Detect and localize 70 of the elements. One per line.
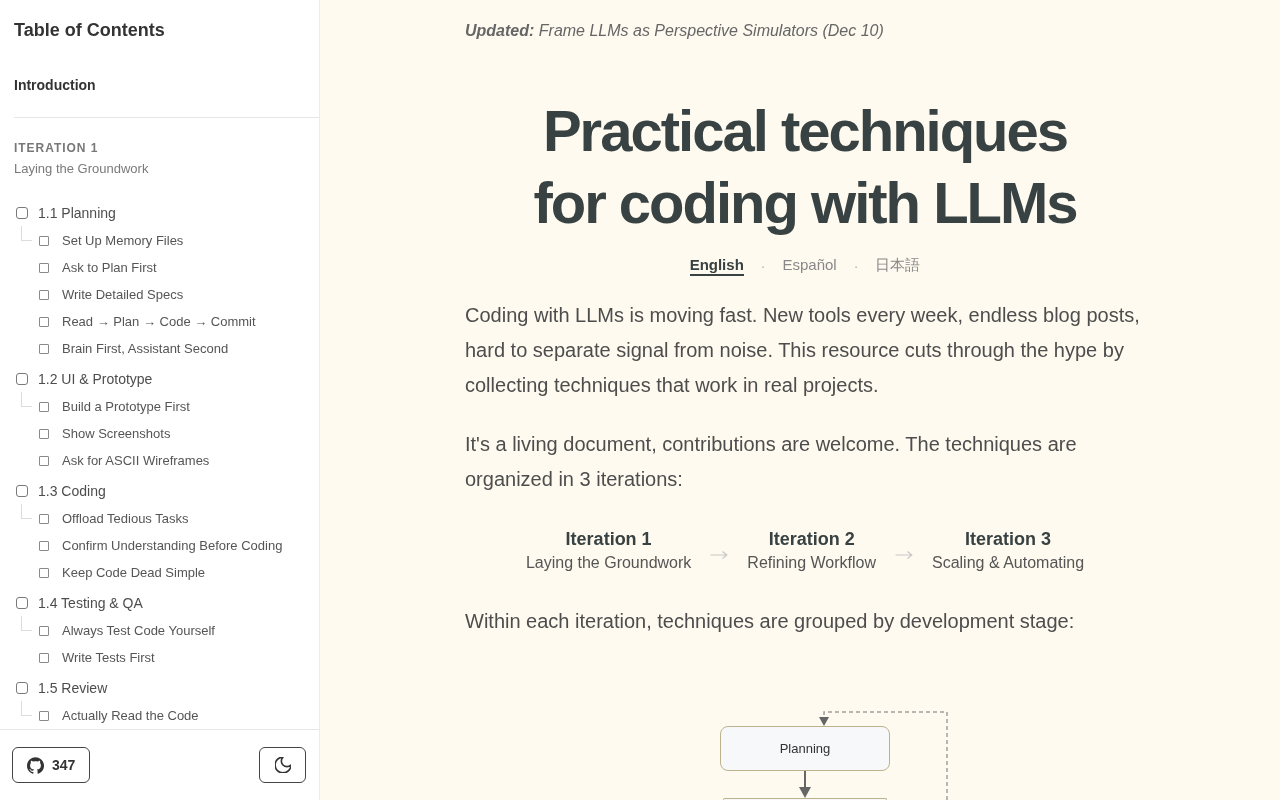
tree-connector bbox=[21, 226, 32, 241]
page-title: Practical techniques for coding with LLMs bbox=[532, 97, 1078, 237]
theme-toggle-button[interactable] bbox=[259, 747, 306, 783]
arrow-right-icon bbox=[895, 550, 913, 560]
toc-subitem-link[interactable]: Keep Code Dead Simple bbox=[62, 563, 206, 582]
github-stars-button[interactable]: 347 bbox=[12, 747, 91, 783]
checkbox[interactable] bbox=[16, 373, 28, 385]
sidebar-title: Table of Contents bbox=[14, 19, 166, 42]
flowchart-node: Planning bbox=[720, 726, 890, 771]
checkbox[interactable] bbox=[16, 485, 28, 497]
iteration-heading: ITERATION 1 bbox=[14, 140, 99, 156]
arrow-right-icon bbox=[710, 550, 729, 560]
checkbox[interactable] bbox=[16, 682, 28, 694]
arrow-connector bbox=[799, 770, 811, 798]
language-link[interactable]: 日本語 bbox=[875, 256, 921, 276]
toc-subitem-link[interactable]: Set Up Memory Files bbox=[62, 231, 184, 250]
moon-icon bbox=[274, 757, 291, 773]
checkbox[interactable] bbox=[39, 289, 49, 300]
toc-subitem-link[interactable]: Read → Plan → Code → Commit bbox=[62, 312, 256, 331]
checkbox[interactable] bbox=[39, 316, 49, 327]
language-separator: · bbox=[760, 257, 766, 275]
checkbox[interactable] bbox=[39, 540, 49, 551]
iteration-subtitle: Scaling & Automating bbox=[932, 553, 1085, 573]
toc-subitem-link[interactable]: Actually Read the Code bbox=[62, 706, 199, 725]
toc-section-link[interactable]: 1.3 Coding bbox=[38, 481, 106, 501]
toc-subitem-link[interactable]: Write Tests First bbox=[62, 648, 155, 667]
checkbox[interactable] bbox=[16, 207, 28, 219]
toc-subitem-link[interactable]: Build a Prototype First bbox=[62, 397, 190, 416]
checkbox[interactable] bbox=[39, 262, 49, 273]
language-link[interactable]: English bbox=[689, 256, 744, 276]
checkbox[interactable] bbox=[39, 710, 49, 721]
toc-subitem-link[interactable]: Show Screenshots bbox=[62, 424, 171, 443]
github-icon bbox=[27, 756, 44, 774]
body-paragraph: Within each iteration, techniques are grouped by development stage: bbox=[465, 609, 1076, 634]
toc-section-link[interactable]: 1.2 UI & Prototype bbox=[38, 369, 153, 389]
checkbox[interactable] bbox=[16, 597, 28, 609]
checkbox[interactable] bbox=[39, 625, 49, 636]
iteration-subtitle: Laying the Groundwork bbox=[525, 553, 692, 573]
toc-subitem-link[interactable]: Write Detailed Specs bbox=[62, 285, 184, 304]
checkbox[interactable] bbox=[39, 513, 49, 524]
iteration-title: Iteration 2 bbox=[768, 528, 855, 551]
tree-connector bbox=[21, 504, 32, 519]
toc-subitem-link[interactable]: Ask for ASCII Wireframes bbox=[62, 451, 210, 470]
iteration-title: Iteration 3 bbox=[965, 528, 1052, 551]
toc-subitem-link[interactable]: Brain First, Assistant Second bbox=[62, 339, 229, 358]
toc-section-link[interactable]: 1.5 Review bbox=[38, 678, 108, 698]
iteration-title: Iteration 1 bbox=[565, 528, 652, 551]
toc-link[interactable]: Introduction bbox=[14, 75, 96, 95]
tree-connector bbox=[21, 616, 32, 631]
body-paragraph: Coding with LLMs is moving fast. New tools every week, endless blog posts, hard to separate signal from noise. This resource cuts through the hype by collecting techniques that work in real projects. bbox=[465, 303, 1141, 398]
checkbox[interactable] bbox=[39, 343, 49, 354]
toc-subitem-link[interactable]: Offload Tedious Tasks bbox=[62, 509, 189, 528]
language-separator: · bbox=[853, 257, 859, 275]
checkbox[interactable] bbox=[39, 567, 49, 578]
updated-note: Updated: Frame LLMs as Perspective Simulators (Dec 10) bbox=[465, 21, 885, 41]
toc-section-link[interactable]: 1.1 Planning bbox=[38, 203, 116, 223]
toc-section-link[interactable]: 1.4 Testing & QA bbox=[38, 593, 143, 613]
tree-connector bbox=[21, 701, 32, 716]
iteration-subtitle: Refining Workflow bbox=[747, 553, 876, 573]
checkbox[interactable] bbox=[39, 235, 49, 246]
tree-connector bbox=[21, 392, 32, 407]
checkbox[interactable] bbox=[39, 455, 49, 466]
toc-subitem-link[interactable]: Always Test Code Yourself bbox=[62, 621, 215, 640]
checkbox[interactable] bbox=[39, 401, 49, 412]
body-paragraph: It's a living document, contributions are welcome. The techniques are organized in 3 iterations: bbox=[465, 432, 1078, 492]
checkbox[interactable] bbox=[39, 652, 49, 663]
toc-subitem-link[interactable]: Confirm Understanding Before Coding bbox=[62, 536, 283, 555]
checkbox[interactable] bbox=[39, 428, 49, 439]
toc-subitem-link[interactable]: Ask to Plan First bbox=[62, 258, 157, 277]
iteration-subtitle: Laying the Groundwork bbox=[14, 160, 149, 178]
